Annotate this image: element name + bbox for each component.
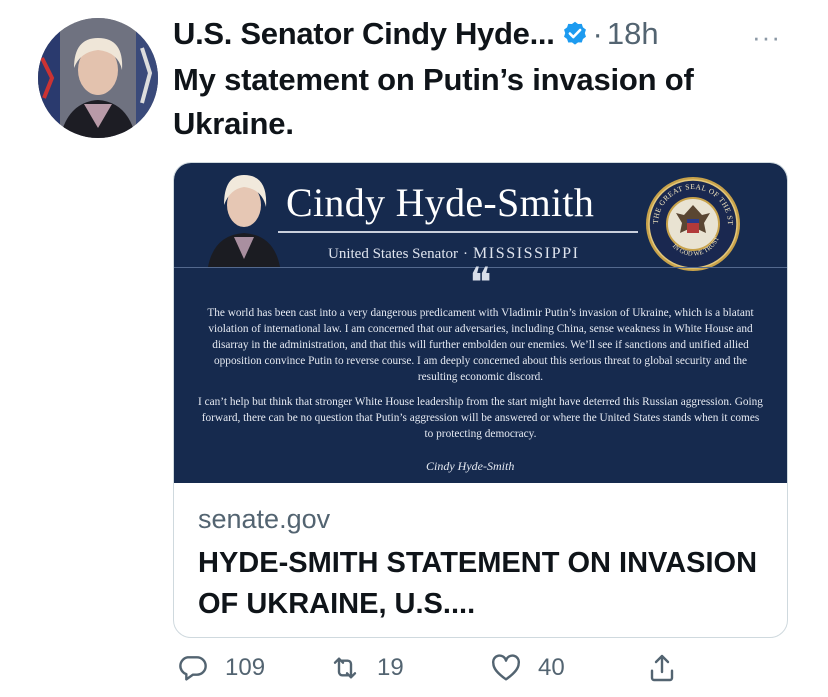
separator-dot: · <box>592 16 603 51</box>
retweet-button[interactable]: 19 <box>329 652 404 684</box>
verified-badge-icon <box>563 21 586 45</box>
like-count: 40 <box>538 654 565 681</box>
statement-body: The world has been cast into a very dang… <box>196 305 765 451</box>
action-bar: 109 19 40 <box>0 652 828 692</box>
share-icon <box>650 654 674 682</box>
tweet-text: My statement on Putin’s invasion of Ukra… <box>173 62 694 141</box>
avatar-photo <box>38 18 158 138</box>
subtitle-state: MISSISSIPPI <box>472 245 580 262</box>
statement-paragraph-2: I can’t help but think that stronger Whi… <box>198 396 763 440</box>
heart-icon <box>492 654 520 681</box>
card-image[interactable]: Cindy Hyde-Smith United States Senator · M… <box>174 163 787 483</box>
reply-button[interactable]: 109 <box>177 652 265 684</box>
avatar[interactable] <box>38 18 158 138</box>
tweet-header: U.S. Senator Cindy Hyde... · 18h <box>173 14 828 54</box>
card-domain: senate.gov <box>198 504 331 534</box>
retweet-count: 19 <box>377 654 404 681</box>
signature: Cindy Hyde-Smith <box>426 459 515 473</box>
reply-count: 109 <box>225 654 266 681</box>
card-image-divider <box>278 231 638 233</box>
subtitle-title: United States Senator <box>328 246 458 262</box>
more-options-icon[interactable]: ··· <box>752 22 781 53</box>
author-name[interactable]: U.S. Senator Cindy Hyde... <box>173 16 555 52</box>
reply-icon <box>179 656 207 681</box>
link-card[interactable]: Cindy Hyde-Smith United States Senator · M… <box>173 162 788 638</box>
like-button[interactable]: 40 <box>490 652 565 684</box>
card-title[interactable]: HYDE-SMITH STATEMENT ON INVASION OF UKRA… <box>198 543 758 625</box>
tweet-timestamp[interactable]: 18h <box>607 16 659 52</box>
senator-portrait <box>208 175 280 267</box>
subtitle-separator: · <box>462 246 468 262</box>
mississippi-seal-icon: THE GREAT SEAL OF THE STATE OF MISSISSIP… <box>644 175 740 271</box>
quote-mark-icon: ❝ <box>469 261 492 307</box>
retweet-icon <box>333 657 357 679</box>
card-image-name: Cindy Hyde-Smith <box>286 180 595 225</box>
share-button[interactable] <box>646 652 678 684</box>
card-image-subtitle: United States Senator · MISSISSIPPI <box>328 245 580 263</box>
statement-paragraph-1: The world has been cast into a very dang… <box>207 307 754 383</box>
